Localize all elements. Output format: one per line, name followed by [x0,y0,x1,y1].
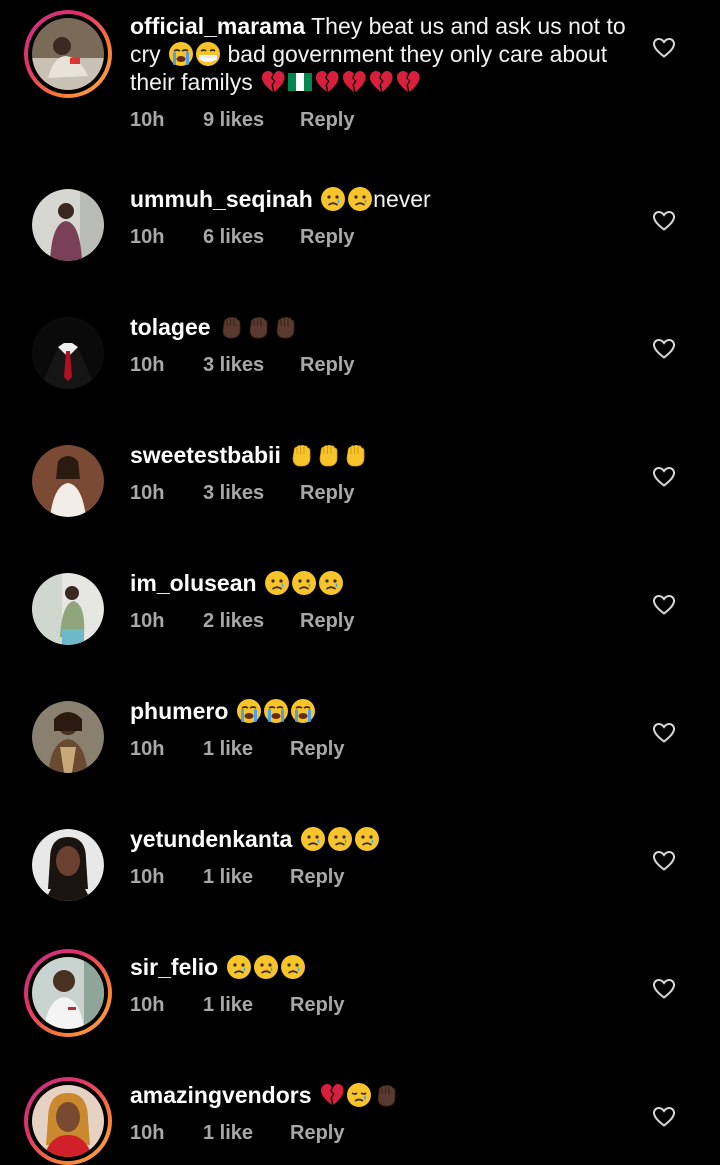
timestamp: 10h [130,482,165,504]
avatar[interactable] [32,573,104,645]
crying-face-icon [253,954,279,980]
username[interactable]: phumero [130,698,228,724]
comment-text: im_olusean [130,569,630,597]
sleepy-face-icon [346,1082,372,1108]
loudly-crying-face-icon [263,698,289,724]
loudly-crying-face-icon [168,41,194,67]
timestamp: 10h [130,738,165,760]
avatar[interactable] [32,445,104,517]
raised-fist-icon [218,314,244,340]
reply-button[interactable]: Reply [290,994,344,1017]
likes-count[interactable]: 3 likes [203,482,264,505]
heart-icon[interactable] [652,465,676,489]
timestamp: 10h [130,109,165,131]
heart-icon[interactable] [652,209,676,233]
reply-button[interactable]: Reply [300,482,354,505]
nigeria-flag-icon [287,69,313,95]
comment-text: ummuh_seqinah never [130,185,630,213]
broken-heart-icon [395,69,421,95]
raised-fist-icon [288,442,314,468]
timestamp: 10h [130,994,165,1016]
timestamp: 10h [130,354,165,376]
crying-face-icon [327,826,353,852]
avatar[interactable] [24,1077,112,1165]
comment-text: yetundenkanta [130,825,630,853]
comment-text: official_marama They beat us and ask us … [130,12,630,96]
comment-text: tolagee [130,313,630,341]
crying-face-icon [347,186,373,212]
username[interactable]: sweetestbabii [130,442,281,468]
username[interactable]: tolagee [130,314,211,340]
comment-text: phumero [130,697,630,725]
reply-button[interactable]: Reply [300,610,354,633]
comment-text: sweetestbabii [130,441,630,469]
likes-count[interactable]: 1 like [203,738,253,761]
crying-face-icon [318,570,344,596]
likes-count[interactable]: 2 likes [203,610,264,633]
heart-icon[interactable] [652,337,676,361]
heart-icon[interactable] [652,36,676,60]
timestamp: 10h [130,1122,165,1144]
likes-count[interactable]: 3 likes [203,354,264,377]
avatar[interactable] [32,701,104,773]
avatar[interactable] [32,829,104,901]
avatar[interactable] [24,949,112,1037]
username[interactable]: yetundenkanta [130,826,292,852]
broken-heart-icon [341,69,367,95]
timestamp: 10h [130,866,165,888]
face-with-medical-mask-icon [195,41,221,67]
timestamp: 10h [130,610,165,632]
reply-button[interactable]: Reply [300,109,354,132]
raised-fist-icon [373,1082,399,1108]
crying-face-icon [300,826,326,852]
reply-button[interactable]: Reply [290,866,344,889]
avatar[interactable] [24,10,112,98]
likes-count[interactable]: 1 like [203,866,253,889]
heart-icon[interactable] [652,721,676,745]
reply-button[interactable]: Reply [290,738,344,761]
username[interactable]: official_marama [130,13,305,39]
crying-face-icon [226,954,252,980]
comment-text: amazingvendors [130,1081,630,1109]
comment-body: never [373,186,431,212]
username[interactable]: amazingvendors [130,1082,312,1108]
loudly-crying-face-icon [236,698,262,724]
username[interactable]: ummuh_seqinah [130,186,313,212]
likes-count[interactable]: 6 likes [203,226,264,249]
avatar[interactable] [32,189,104,261]
broken-heart-icon [260,69,286,95]
reply-button[interactable]: Reply [300,226,354,249]
reply-button[interactable]: Reply [290,1122,344,1145]
crying-face-icon [291,570,317,596]
loudly-crying-face-icon [290,698,316,724]
heart-icon[interactable] [652,593,676,617]
raised-fist-icon [245,314,271,340]
broken-heart-icon [368,69,394,95]
broken-heart-icon [314,69,340,95]
username[interactable]: sir_felio [130,954,218,980]
comment-text: sir_felio [130,953,630,981]
broken-heart-icon [319,1082,345,1108]
heart-icon[interactable] [652,977,676,1001]
crying-face-icon [320,186,346,212]
raised-fist-icon [342,442,368,468]
crying-face-icon [264,570,290,596]
avatar[interactable] [32,317,104,389]
crying-face-icon [354,826,380,852]
likes-count[interactable]: 1 like [203,994,253,1017]
raised-fist-icon [272,314,298,340]
raised-fist-icon [315,442,341,468]
heart-icon[interactable] [652,1105,676,1129]
username[interactable]: im_olusean [130,570,257,596]
heart-icon[interactable] [652,849,676,873]
likes-count[interactable]: 9 likes [203,109,264,132]
timestamp: 10h [130,226,165,248]
likes-count[interactable]: 1 like [203,1122,253,1145]
reply-button[interactable]: Reply [300,354,354,377]
crying-face-icon [280,954,306,980]
